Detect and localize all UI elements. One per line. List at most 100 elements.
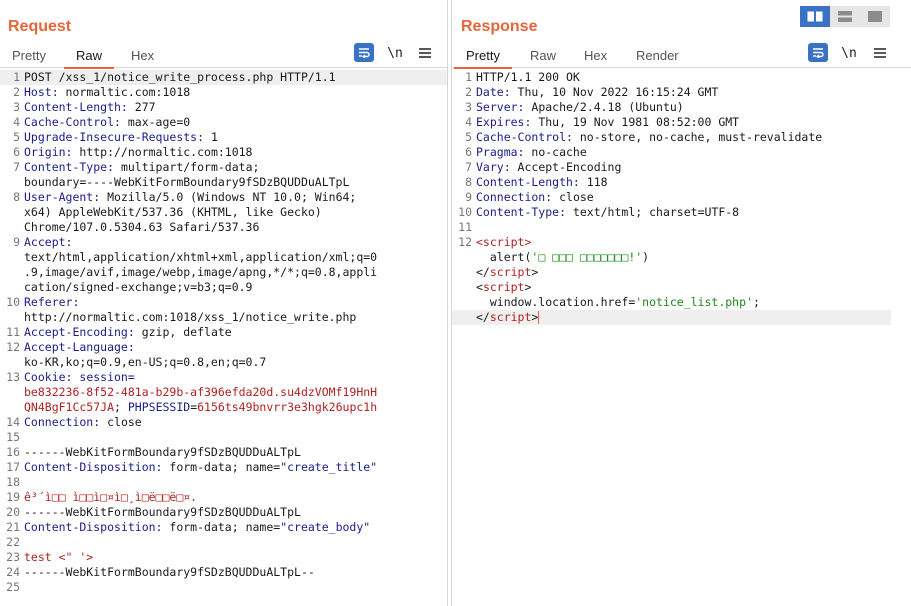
line-number	[0, 265, 22, 280]
code-token: close	[552, 190, 594, 204]
response-code-line[interactable]: 4 Expires: Thu, 19 Nov 1981 08:52:00 GMT	[452, 115, 891, 130]
code-token: "create_body"	[280, 520, 371, 534]
code-token: 6156ts49bnvrr3e3hgk26upc1h	[197, 400, 378, 414]
line-number	[0, 355, 22, 370]
request-code-line[interactable]: 15	[0, 430, 447, 445]
line-text	[474, 220, 891, 235]
code-token: Connection:	[24, 415, 101, 429]
side-by-side-layout-icon[interactable]	[800, 6, 830, 27]
request-code-line[interactable]: 16 ------WebKitFormBoundary9fSDzBQUDDuALT…	[0, 445, 447, 460]
request-code-line[interactable]: http://normaltic.com:1018/xss_1/notice_w…	[0, 310, 447, 325]
line-text: POST /xss_1/notice_write_process.php HTT…	[22, 70, 447, 85]
response-hamburger-menu-icon[interactable]	[872, 43, 888, 63]
request-code-line[interactable]: 7 Content-Type: multipart/form-data;	[0, 160, 447, 175]
code-token: ------WebKitFormBoundary9fSDzBQUDDuALTpL	[24, 445, 301, 459]
request-hamburger-menu-icon[interactable]	[417, 43, 433, 63]
request-code-line[interactable]: 1 POST /xss_1/notice_write_process.php HT…	[0, 70, 447, 85]
request-code-line[interactable]: 8 User-Agent: Mozilla/5.0 (Windows NT 10.…	[0, 190, 447, 205]
request-newline-toggle[interactable]: \n	[386, 43, 404, 63]
line-text: alert('□ □□□ □□□□□□□!')	[474, 250, 891, 265]
line-text: Expires: Thu, 19 Nov 1981 08:52:00 GMT	[474, 115, 891, 130]
request-tab-hex[interactable]: Hex	[131, 48, 154, 68]
response-code-line[interactable]: 6 Pragma: no-cache	[452, 145, 891, 160]
request-code-line[interactable]: 9 Accept:	[0, 235, 447, 250]
response-code-line[interactable]: 11	[452, 220, 891, 235]
layout-switch	[800, 6, 890, 27]
line-number: 12	[458, 235, 472, 249]
line-number: 1	[465, 70, 472, 84]
request-code-line[interactable]: text/html,application/xhtml+xml,applicat…	[0, 250, 447, 265]
top-bottom-layout-icon[interactable]	[830, 6, 860, 27]
response-code-line[interactable]: alert('□ □□□ □□□□□□□!')	[452, 250, 891, 265]
request-tab-raw[interactable]: Raw	[63, 48, 115, 69]
code-token: no-store, no-cache, must-revalidate	[572, 130, 823, 144]
response-tab-pretty[interactable]: Pretty	[454, 48, 512, 69]
response-code-line[interactable]: window.location.href='notice_list.php';	[452, 295, 891, 310]
request-code-line[interactable]: 18	[0, 475, 447, 490]
code-token: Apache/2.4.18 (Ubuntu)	[524, 100, 684, 114]
request-code-line[interactable]: 14 Connection: close	[0, 415, 447, 430]
response-tab-render[interactable]: Render	[636, 48, 679, 68]
response-editor[interactable]: 1 HTTP/1.1 200 OK 2 Date: Thu, 10 Nov 2022 …	[452, 70, 891, 604]
response-code-line[interactable]: 10 Content-Type: text/html; charset=UTF-8	[452, 205, 891, 220]
response-code-line[interactable]: 12 <script>	[452, 235, 891, 250]
code-token: http://normaltic.com:1018/xss_1/notice_w…	[24, 310, 357, 324]
code-token: close	[100, 415, 142, 429]
response-code-line[interactable]: 1 HTTP/1.1 200 OK	[452, 70, 891, 85]
code-token: <script>	[476, 235, 532, 249]
line-number: 3	[13, 100, 20, 114]
request-code-line[interactable]: 13 Cookie: session=	[0, 370, 447, 385]
response-wrap-lines-icon[interactable]	[808, 43, 828, 62]
line-text: Accept-Encoding: gzip, deflate	[22, 325, 447, 340]
request-editor[interactable]: 1 POST /xss_1/notice_write_process.php HT…	[0, 70, 447, 604]
response-code-line[interactable]: 2 Date: Thu, 10 Nov 2022 16:15:24 GMT	[452, 85, 891, 100]
line-text: ê³´ì□□ ì□□ì□¤ì□¸ì□ë□□ë□¤.	[22, 490, 447, 505]
line-number	[0, 280, 22, 295]
request-code-line[interactable]: be832236-8f52-481a-b29b-af396efda20d.su4…	[0, 385, 447, 400]
code-token: Chrome/107.0.5304.63 Safari/537.36	[24, 220, 260, 234]
request-code-line[interactable]: 20 ------WebKitFormBoundary9fSDzBQUDDuALT…	[0, 505, 447, 520]
request-code-line[interactable]: 19 ê³´ì□□ ì□□ì□¤ì□¸ì□ë□□ë□¤.	[0, 490, 447, 505]
request-code-line[interactable]: 12 Accept-Language:	[0, 340, 447, 355]
response-tab-raw[interactable]: Raw	[530, 48, 556, 68]
line-text: Content-Type: multipart/form-data;	[22, 160, 447, 175]
request-code-line[interactable]: 11 Accept-Encoding: gzip, deflate	[0, 325, 447, 340]
response-code-line[interactable]: <script>	[452, 280, 891, 295]
tabs-layout-icon[interactable]	[860, 6, 890, 27]
request-code-line[interactable]: 3 Content-Length: 277	[0, 100, 447, 115]
request-code-line[interactable]: cation/signed-exchange;v=b3;q=0.9	[0, 280, 447, 295]
request-code-line[interactable]: x64) AppleWebKit/537.36 (KHTML, like Gec…	[0, 205, 447, 220]
request-code-line[interactable]: 10 Referer:	[0, 295, 447, 310]
line-number: 12	[6, 340, 20, 354]
request-code-line[interactable]: 21 Content-Disposition: form-data; name="…	[0, 520, 447, 535]
response-code-line[interactable]: </script>	[452, 310, 891, 325]
request-code-line[interactable]: ko-KR,ko;q=0.9,en-US;q=0.8,en;q=0.7	[0, 355, 447, 370]
request-code-line[interactable]: QN4BgF1Cc57JA; PHPSESSID=6156ts49bnvrr3e…	[0, 400, 447, 415]
request-code-line[interactable]: Chrome/107.0.5304.63 Safari/537.36	[0, 220, 447, 235]
request-code-line[interactable]: boundary=----WebKitFormBoundary9fSDzBQUD…	[0, 175, 447, 190]
line-text: Content-Disposition: form-data; name="cr…	[22, 520, 447, 535]
request-code-line[interactable]: 17 Content-Disposition: form-data; name="…	[0, 460, 447, 475]
request-code-line[interactable]: 22	[0, 535, 447, 550]
request-code-line[interactable]: 23 test <" '>	[0, 550, 447, 565]
response-newline-toggle[interactable]: \n	[840, 43, 858, 63]
request-code-line[interactable]: 2 Host: normaltic.com:1018	[0, 85, 447, 100]
code-token: Content-Length:	[476, 175, 580, 189]
request-code-line[interactable]: 4 Cache-Control: max-age=0	[0, 115, 447, 130]
request-tab-pretty[interactable]: Pretty	[12, 48, 46, 68]
request-code-line[interactable]: 24 ------WebKitFormBoundary9fSDzBQUDDuALT…	[0, 565, 447, 580]
response-code-line[interactable]: 3 Server: Apache/2.4.18 (Ubuntu)	[452, 100, 891, 115]
line-text: Server: Apache/2.4.18 (Ubuntu)	[474, 100, 891, 115]
code-token: form-data; name=	[162, 460, 281, 474]
response-code-line[interactable]: </script>	[452, 265, 891, 280]
response-code-line[interactable]: 7 Vary: Accept-Encoding	[452, 160, 891, 175]
response-code-line[interactable]: 8 Content-Length: 118	[452, 175, 891, 190]
request-wrap-lines-icon[interactable]	[354, 43, 374, 62]
response-code-line[interactable]: 5 Cache-Control: no-store, no-cache, must…	[452, 130, 891, 145]
response-code-line[interactable]: 9 Connection: close	[452, 190, 891, 205]
response-tab-hex[interactable]: Hex	[584, 48, 607, 68]
request-code-line[interactable]: 5 Upgrade-Insecure-Requests: 1	[0, 130, 447, 145]
request-code-line[interactable]: 6 Origin: http://normaltic.com:1018	[0, 145, 447, 160]
request-code-line[interactable]: .9,image/avif,image/webp,image/apng,*/*;…	[0, 265, 447, 280]
request-code-line[interactable]: 25	[0, 580, 447, 595]
